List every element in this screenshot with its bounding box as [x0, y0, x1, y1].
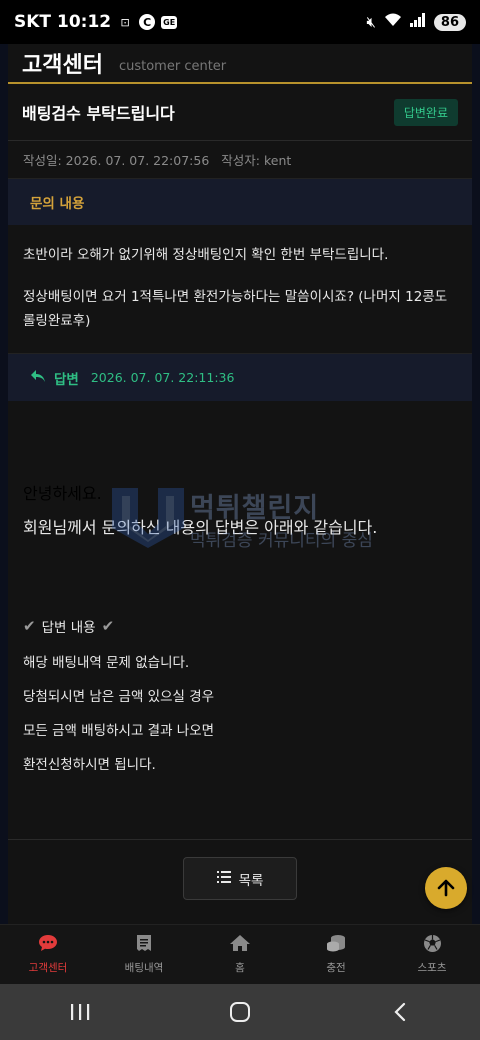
watermark: 먹튀챌린지 먹튀검증 커뮤니티의 중심	[108, 484, 388, 594]
answer-content-label: 답변 내용	[41, 620, 96, 636]
answer-line: 모든 금액 배팅하시고 결과 나오면	[23, 723, 215, 739]
arrow-up-icon	[437, 879, 455, 897]
home-outline-icon	[230, 1002, 250, 1022]
checkmark-icon: ✔	[101, 617, 115, 635]
page-header: 고객센터 customer center	[8, 44, 472, 84]
list-icon	[216, 870, 231, 887]
tab-betting-history[interactable]: 배팅내역	[96, 925, 192, 984]
carrier-label: SKT	[14, 12, 52, 32]
receipt-icon	[136, 934, 152, 956]
tab-label: 배팅내역	[124, 962, 164, 974]
answer-intro: 회원님께서 문의하신 내용의 답변은 아래와 같습니다.	[23, 518, 378, 537]
post-title-row: 배팅검수 부탁드립니다 답변완료	[8, 84, 472, 141]
answer-line: 환전신청하시면 됩니다.	[23, 757, 156, 773]
question-paragraph: 정상배팅이면 요거 1적특나면 환전가능하다는 말씀이시죠? (나머지 12콩도…	[23, 289, 448, 329]
back-button[interactable]	[360, 1002, 440, 1022]
screen: SKT 10:12 ⊡ C GE 🔇︎ 86 고객센터 customer cen…	[0, 0, 480, 1040]
checkmark-icon: ✔	[23, 617, 36, 635]
screen-recorder-icon: ⊡	[120, 15, 130, 29]
tab-charge[interactable]: 충전	[288, 925, 384, 984]
back-chevron-icon	[394, 1002, 406, 1022]
answer-line: 해당 배팅내역 문제 없습니다.	[23, 655, 190, 671]
question-body: 초반이라 오해가 없기위해 정상배팅인지 확인 한번 부탁드립니다. 정상배팅이…	[8, 225, 472, 353]
status-badge: 답변완료	[393, 98, 458, 126]
answer-date: 2026. 07. 07. 22:11:36	[90, 370, 235, 385]
reply-arrow-icon	[30, 369, 46, 387]
home-nav-button[interactable]	[200, 1002, 280, 1022]
soccer-ball-icon	[423, 934, 442, 956]
system-nav-bar	[0, 984, 480, 1040]
tab-customer-center[interactable]: 고객센터	[0, 925, 96, 984]
tab-sports[interactable]: 스포츠	[384, 925, 480, 984]
list-button[interactable]: 목록	[183, 857, 297, 900]
answer-section-header: 답변 2026. 07. 07. 22:11:36	[8, 353, 472, 401]
tab-label: 홈	[235, 962, 245, 974]
signal-icon	[409, 12, 426, 32]
coins-icon	[326, 934, 346, 956]
post-meta: 작성일: 2026. 07. 07. 22:07:56 작성자: kent	[8, 141, 472, 179]
tab-home[interactable]: 홈	[192, 925, 288, 984]
question-label: 문의 내용	[30, 196, 85, 212]
bottom-tab-bar: 고객센터 배팅내역 홈 충전 스포츠	[0, 924, 480, 984]
c-notification-icon: C	[139, 14, 156, 30]
question-paragraph: 초반이라 오해가 없기위해 정상배팅인지 확인 한번 부탁드립니다.	[23, 247, 389, 263]
post-title: 배팅검수 부탁드립니다	[22, 104, 175, 123]
answer-line: 당첨되시면 남은 금액 있으실 경우	[23, 689, 215, 705]
clock: 10:12	[57, 12, 112, 32]
tab-label: 충전	[326, 962, 346, 974]
scroll-to-top-button[interactable]	[425, 867, 467, 909]
home-icon	[229, 934, 251, 956]
answer-greeting: 안녕하세요.	[23, 484, 102, 503]
answer-label: 답변	[54, 371, 79, 388]
content-card: 고객센터 customer center 배팅검수 부탁드립니다 답변완료 작성…	[8, 44, 472, 924]
mute-icon: 🔇︎	[366, 13, 376, 31]
tab-label: 스포츠	[417, 962, 447, 974]
wifi-icon	[384, 12, 402, 32]
list-button-label: 목록	[238, 872, 264, 889]
post-date: 작성일: 2026. 07. 07. 22:07:56	[23, 153, 210, 168]
question-section-header: 문의 내용	[8, 179, 472, 225]
page-subtitle: customer center	[118, 58, 227, 74]
status-bar: SKT 10:12 ⊡ C GE 🔇︎ 86	[0, 0, 480, 44]
divider	[8, 839, 472, 840]
answer-content-heading: ✔ 답변 내용 ✔	[23, 616, 114, 636]
post-author: 작성자: kent	[221, 153, 292, 168]
chat-icon	[38, 934, 58, 956]
recent-apps-button[interactable]	[40, 1003, 120, 1021]
page-title: 고객센터	[22, 53, 103, 78]
recent-apps-icon	[71, 1004, 90, 1020]
battery-indicator: 86	[433, 13, 466, 31]
ge-notification-icon: GE	[161, 15, 178, 29]
tab-label: 고객센터	[28, 962, 68, 974]
